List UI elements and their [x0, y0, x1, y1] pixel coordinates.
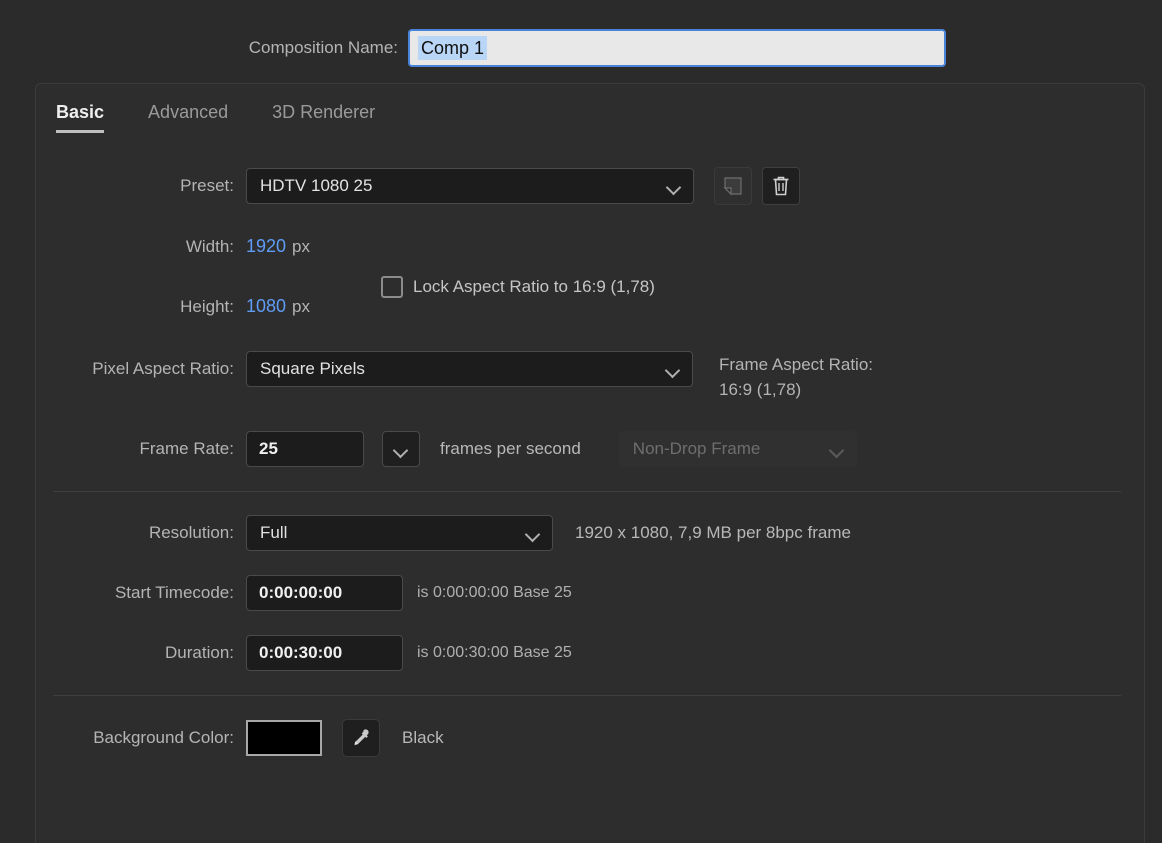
composition-name-value: Comp 1 — [418, 36, 488, 60]
chevron-down-icon — [526, 529, 540, 538]
start-timecode-label: Start Timecode: — [114, 583, 234, 602]
tab-advanced-label: Advanced — [148, 102, 229, 122]
frame-rate-label: Frame Rate: — [139, 439, 234, 458]
frames-per-second-label: frames per second — [440, 439, 581, 458]
duration-value: 0:00:30:00 — [259, 643, 343, 662]
width-row: Width: 1920 px — [36, 236, 310, 257]
height-label: Height: — [180, 296, 234, 316]
composition-name-row: Composition Name: Comp 1 — [0, 28, 1162, 68]
background-color-name: Black — [402, 728, 444, 747]
height-value[interactable]: 1080 — [246, 296, 286, 317]
composition-name-input[interactable]: Comp 1 — [408, 29, 946, 67]
resolution-select[interactable]: Full — [246, 515, 553, 551]
tab-basic[interactable]: Basic — [56, 102, 105, 133]
pixel-aspect-select[interactable]: Square Pixels — [246, 351, 693, 387]
preset-row: Preset: HDTV 1080 25 — [36, 167, 800, 205]
frame-aspect-ratio-label: Frame Aspect Ratio: — [719, 355, 874, 374]
chevron-down-icon — [830, 445, 844, 454]
preset-value: HDTV 1080 25 — [260, 176, 373, 195]
chevron-down-icon — [666, 365, 680, 374]
tab-basic-label: Basic — [56, 102, 105, 122]
resolution-value: Full — [260, 523, 288, 542]
pixel-aspect-row: Pixel Aspect Ratio: Square Pixels — [36, 351, 693, 387]
tab-3d-renderer-label: 3D Renderer — [272, 102, 376, 122]
start-timecode-row: Start Timecode: 0:00:00:00 is 0:00:00:00… — [36, 575, 572, 611]
pixel-aspect-value: Square Pixels — [260, 359, 365, 378]
background-color-swatch[interactable] — [246, 720, 322, 756]
background-color-label: Background Color: — [93, 728, 234, 747]
pixel-aspect-label: Pixel Aspect Ratio: — [92, 359, 234, 378]
composition-name-label: Composition Name: — [248, 38, 398, 57]
width-label: Width: — [185, 236, 234, 256]
lock-aspect-label: Lock Aspect Ratio to 16:9 (1,78) — [413, 277, 655, 296]
duration-input[interactable]: 0:00:30:00 — [246, 635, 403, 671]
frame-aspect-ratio-readout: Frame Aspect Ratio: 16:9 (1,78) — [719, 352, 979, 402]
start-timecode-value: 0:00:00:00 — [259, 583, 343, 602]
frame-aspect-ratio-value: 16:9 (1,78) — [719, 380, 802, 399]
frame-rate-dropdown-button[interactable] — [382, 431, 420, 467]
resolution-label: Resolution: — [148, 523, 234, 542]
eyedropper-icon — [354, 729, 369, 746]
lock-aspect-row: Lock Aspect Ratio to 16:9 (1,78) — [381, 276, 655, 298]
tab-advanced[interactable]: Advanced — [148, 102, 228, 133]
duration-info: is 0:00:30:00 Base 25 — [417, 644, 572, 661]
height-unit: px — [292, 296, 311, 316]
background-color-row: Background Color: Black — [36, 719, 444, 757]
drop-frame-value: Non-Drop Frame — [632, 439, 761, 458]
chevron-down-icon — [667, 182, 681, 191]
save-preset-button[interactable] — [714, 167, 752, 205]
eyedropper-button[interactable] — [342, 719, 380, 757]
trash-icon — [773, 176, 789, 196]
save-preset-icon — [723, 177, 742, 196]
width-unit: px — [292, 236, 311, 256]
frame-rate-input[interactable]: 25 — [246, 431, 364, 467]
start-timecode-input[interactable]: 0:00:00:00 — [246, 575, 403, 611]
resolution-info: 1920 x 1080, 7,9 MB per 8bpc frame — [575, 523, 851, 542]
delete-preset-button[interactable] — [762, 167, 800, 205]
lock-aspect-checkbox[interactable] — [381, 276, 403, 298]
duration-row: Duration: 0:00:30:00 is 0:00:30:00 Base … — [36, 635, 572, 671]
width-value[interactable]: 1920 — [246, 236, 286, 257]
tab-3d-renderer[interactable]: 3D Renderer — [272, 102, 375, 133]
section-divider-2 — [53, 695, 1121, 696]
settings-panel: Basic Advanced 3D Renderer Preset: HDTV … — [35, 83, 1145, 843]
drop-frame-select: Non-Drop Frame — [618, 431, 857, 467]
start-timecode-info: is 0:00:00:00 Base 25 — [417, 584, 572, 601]
frame-rate-value: 25 — [259, 439, 278, 458]
preset-label: Preset: — [180, 176, 234, 195]
resolution-row: Resolution: Full 1920 x 1080, 7,9 MB per… — [36, 515, 851, 551]
frame-rate-row: Frame Rate: 25 frames per second Non-Dro… — [36, 431, 857, 467]
duration-label: Duration: — [165, 643, 234, 662]
chevron-down-icon — [394, 445, 408, 454]
section-divider-1 — [53, 491, 1121, 492]
composition-settings-dialog: Composition Name: Comp 1 Basic Advanced … — [0, 0, 1162, 843]
tab-bar: Basic Advanced 3D Renderer — [56, 102, 375, 133]
height-row: Height: 1080 px — [36, 296, 310, 317]
preset-select[interactable]: HDTV 1080 25 — [246, 168, 694, 204]
